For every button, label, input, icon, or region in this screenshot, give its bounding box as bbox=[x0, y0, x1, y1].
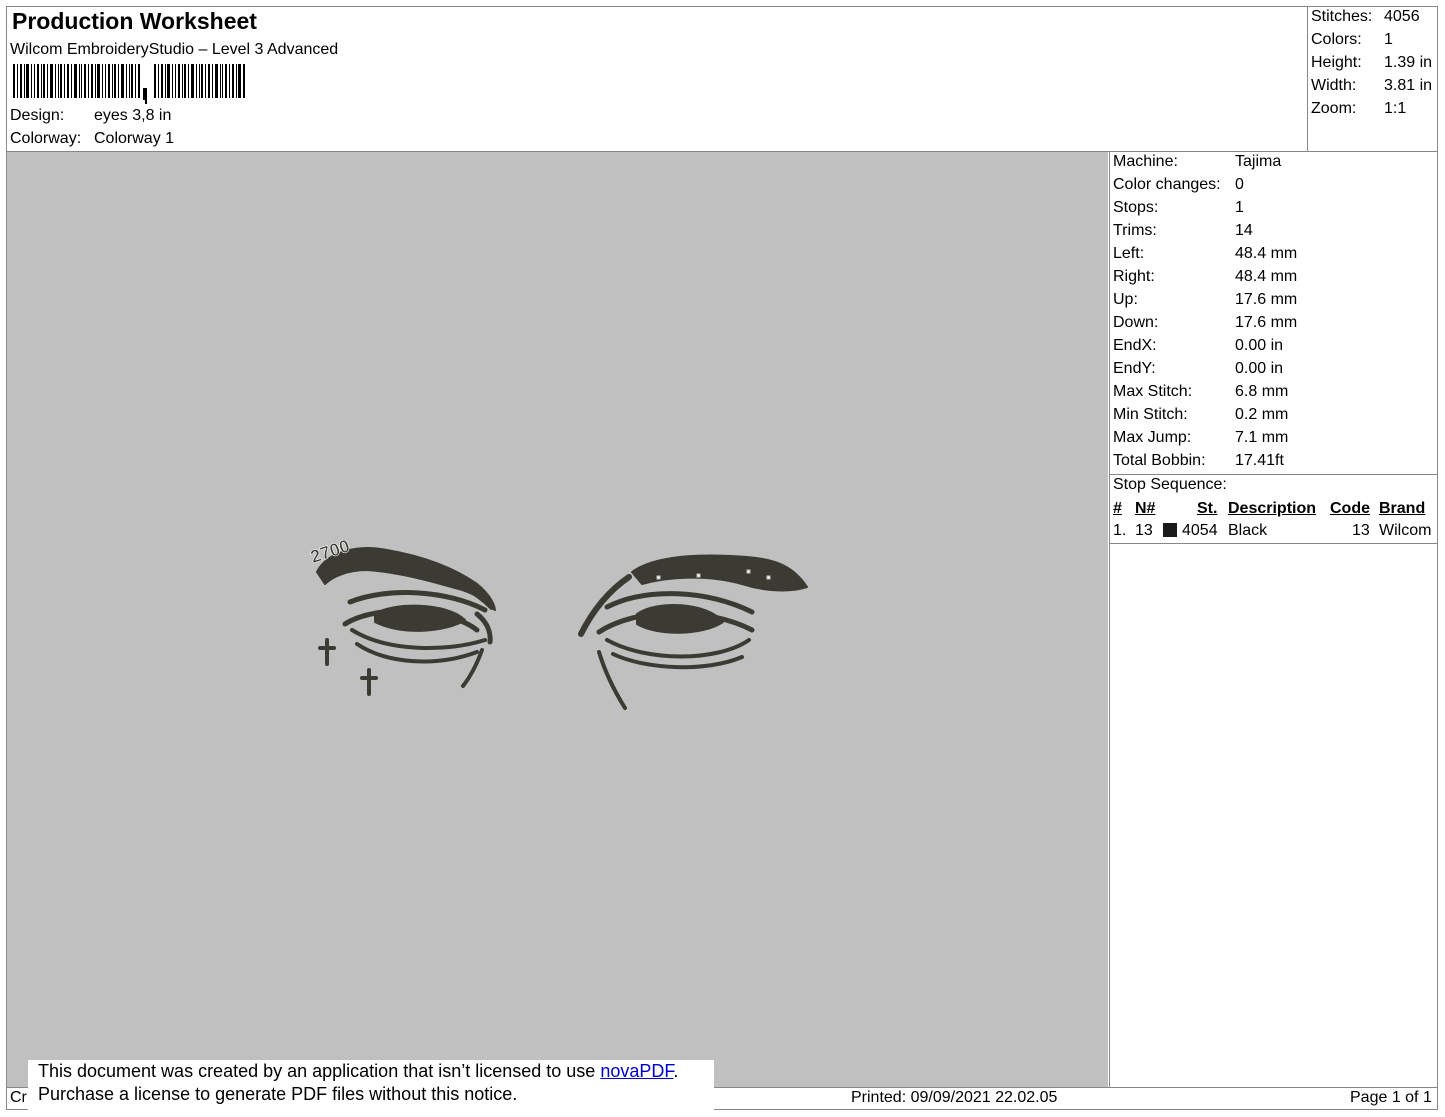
col-header-code: Code bbox=[1330, 500, 1370, 517]
width-value: 3.81 in bbox=[1384, 77, 1433, 94]
max-stitch-label: Max Stitch: bbox=[1113, 383, 1193, 400]
printed-timestamp: Printed: 09/09/2021 22.02.05 bbox=[851, 1089, 1058, 1106]
min-stitch-label: Min Stitch: bbox=[1113, 406, 1188, 423]
summary-divider bbox=[1307, 6, 1308, 152]
notice-line-1: This document was created by an applicat… bbox=[38, 1060, 714, 1083]
trims-label: Trims: bbox=[1113, 222, 1157, 239]
total-bobbin-label: Total Bobbin: bbox=[1113, 452, 1206, 469]
zoom-label: Zoom: bbox=[1311, 100, 1357, 117]
row-stitches: 4054 bbox=[1182, 522, 1218, 539]
stop-sequence-divider bbox=[1109, 474, 1438, 475]
endy-label: EndY: bbox=[1113, 360, 1156, 377]
novapdf-link[interactable]: novaPDF bbox=[600, 1061, 673, 1081]
down-label: Down: bbox=[1113, 314, 1159, 331]
right-value: 48.4 mm bbox=[1235, 268, 1298, 285]
left-label: Left: bbox=[1113, 245, 1145, 262]
total-bobbin-value: 17.41ft bbox=[1235, 452, 1284, 469]
height-value: 1.39 in bbox=[1384, 54, 1433, 71]
machine-value: Tajima bbox=[1235, 153, 1282, 170]
row-brand: Wilcom bbox=[1379, 522, 1432, 539]
stop-sequence-title: Stop Sequence: bbox=[1113, 476, 1227, 493]
thread-color-swatch bbox=[1163, 523, 1177, 537]
page-number: Page 1 of 1 bbox=[1350, 1089, 1432, 1106]
footer-left-text: Cr bbox=[10, 1089, 27, 1106]
right-label: Right: bbox=[1113, 268, 1155, 285]
machine-label: Machine: bbox=[1113, 153, 1178, 170]
notice-line-2: Purchase a license to generate PDF files… bbox=[38, 1084, 518, 1104]
max-jump-value: 7.1 mm bbox=[1235, 429, 1289, 446]
left-value: 48.4 mm bbox=[1235, 245, 1298, 262]
table-bottom-divider bbox=[1109, 543, 1438, 544]
endx-value: 0.00 in bbox=[1235, 337, 1284, 354]
notice-suffix: . bbox=[673, 1061, 679, 1081]
down-value: 17.6 mm bbox=[1235, 314, 1298, 331]
zoom-value: 1:1 bbox=[1384, 100, 1407, 117]
barcode bbox=[13, 64, 245, 104]
endx-label: EndX: bbox=[1113, 337, 1157, 354]
stitches-value: 4056 bbox=[1384, 8, 1420, 25]
up-label: Up: bbox=[1113, 291, 1138, 308]
embroidery-eyes-artwork: 2700 bbox=[308, 535, 808, 710]
row-code: 13 bbox=[1352, 522, 1370, 539]
colorway-value: Colorway 1 bbox=[94, 130, 175, 147]
up-value: 17.6 mm bbox=[1235, 291, 1298, 308]
info-panel-divider bbox=[1109, 152, 1110, 1087]
license-notice: This document was created by an applicat… bbox=[28, 1060, 714, 1112]
design-label: Design: bbox=[10, 107, 65, 124]
colors-label: Colors: bbox=[1311, 31, 1362, 48]
col-header-brand: Brand bbox=[1379, 500, 1426, 517]
max-jump-label: Max Jump: bbox=[1113, 429, 1192, 446]
col-header-stitches: St. bbox=[1197, 500, 1218, 517]
trims-value: 14 bbox=[1235, 222, 1253, 239]
colors-value: 1 bbox=[1384, 31, 1393, 48]
color-changes-label: Color changes: bbox=[1113, 176, 1221, 193]
min-stitch-value: 0.2 mm bbox=[1235, 406, 1289, 423]
max-stitch-value: 6.8 mm bbox=[1235, 383, 1289, 400]
notice-prefix: This document was created by an applicat… bbox=[38, 1061, 601, 1081]
col-header-description: Description bbox=[1228, 500, 1317, 517]
design-preview: 2700 bbox=[7, 152, 1108, 1087]
stops-label: Stops: bbox=[1113, 199, 1159, 216]
row-num: 1. bbox=[1113, 522, 1127, 539]
stitches-label: Stitches: bbox=[1311, 8, 1373, 25]
colorway-label: Colorway: bbox=[10, 130, 82, 147]
color-changes-value: 0 bbox=[1235, 176, 1244, 193]
page-title: Production Worksheet bbox=[12, 8, 257, 34]
software-name: Wilcom EmbroideryStudio – Level 3 Advanc… bbox=[10, 41, 339, 58]
col-header-num: # bbox=[1113, 500, 1122, 517]
width-label: Width: bbox=[1311, 77, 1357, 94]
row-description: Black bbox=[1228, 522, 1268, 539]
stops-value: 1 bbox=[1235, 199, 1244, 216]
endy-value: 0.00 in bbox=[1235, 360, 1284, 377]
row-needle: 13 bbox=[1135, 522, 1153, 539]
design-value: eyes 3,8 in bbox=[94, 107, 172, 124]
col-header-needle: N# bbox=[1135, 500, 1156, 517]
height-label: Height: bbox=[1311, 54, 1362, 71]
